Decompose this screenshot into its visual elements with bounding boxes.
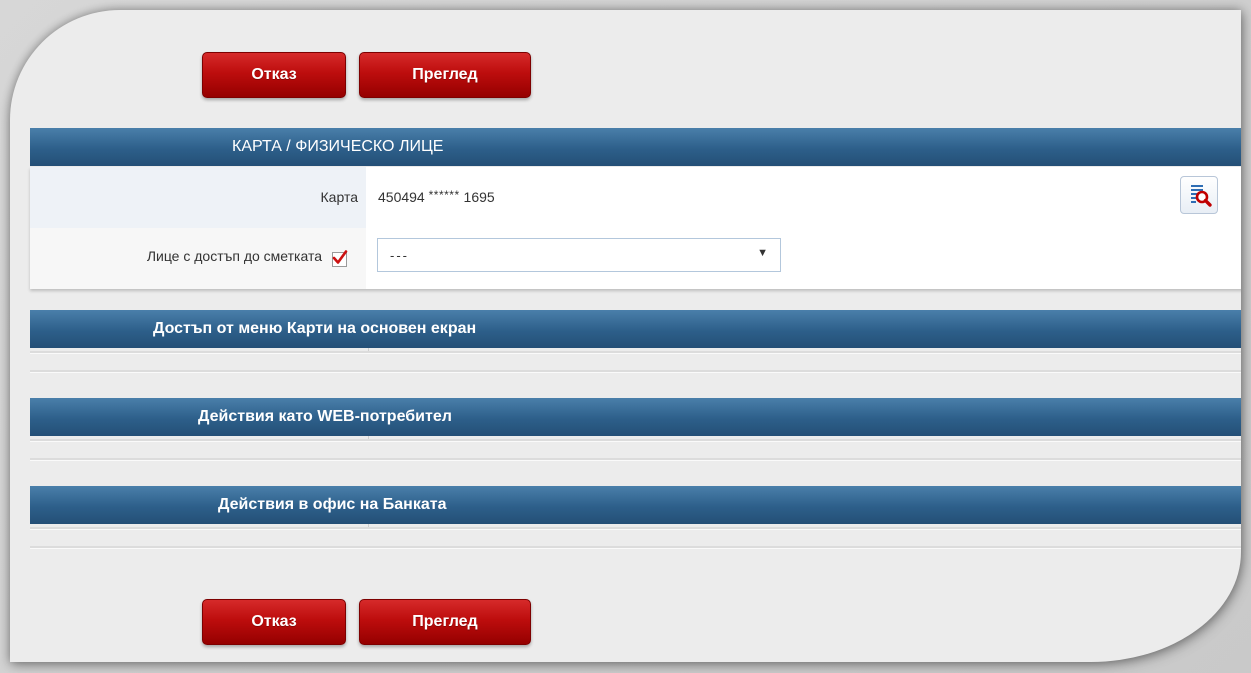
card-section-header: КАРТА / ФИЗИЧЕСКО ЛИЦЕ — [30, 128, 1241, 166]
person-row: Лице с достъп до сметката --- ▼ — [30, 228, 1241, 289]
cancel-button-bottom[interactable]: Отказ — [202, 599, 346, 645]
card-section-title: КАРТА / ФИЗИЧЕСКО ЛИЦЕ — [232, 138, 444, 155]
review-button[interactable]: Преглед — [359, 52, 531, 98]
person-select[interactable]: --- ▼ — [377, 238, 781, 272]
card-section-body: Карта 450494 ****** 1695 Лице с достъп д… — [30, 167, 1241, 289]
section-web-user-body — [30, 436, 1241, 462]
card-label: Карта — [320, 189, 358, 205]
section-bank-office-title: Действия в офис на Банката — [218, 496, 447, 513]
dropdown-arrow-icon: ▼ — [757, 247, 768, 259]
section-menu-access-header[interactable]: Достъп от меню Карти на основен екран — [30, 310, 1241, 348]
card-search-button[interactable] — [1180, 176, 1218, 214]
section-web-user-header[interactable]: Действия като WEB-потребител — [30, 398, 1241, 436]
section-menu-access-title: Достъп от меню Карти на основен екран — [153, 320, 477, 337]
card-row: Карта 450494 ****** 1695 — [30, 167, 1241, 228]
section-web-user-title: Действия като WEB-потребител — [198, 408, 452, 425]
section-menu-access-body — [30, 348, 1241, 374]
person-label: Лице с достъп до сметката — [146, 248, 322, 264]
bottom-button-row: Отказ Преглед — [202, 599, 531, 645]
checkmark-icon — [332, 250, 348, 264]
review-button-bottom[interactable]: Преглед — [359, 599, 531, 645]
main-panel: Отказ Преглед КАРТА / ФИЗИЧЕСКО ЛИЦЕ Кар… — [10, 10, 1241, 662]
cancel-button[interactable]: Отказ — [202, 52, 346, 98]
magnifier-icon — [1191, 185, 1212, 207]
top-button-row: Отказ Преглед — [202, 52, 531, 98]
section-bank-office-body — [30, 524, 1241, 550]
card-number: 450494 ****** 1695 — [378, 188, 495, 205]
section-bank-office-header[interactable]: Действия в офис на Банката — [30, 486, 1241, 524]
person-checkbox[interactable] — [332, 250, 348, 267]
